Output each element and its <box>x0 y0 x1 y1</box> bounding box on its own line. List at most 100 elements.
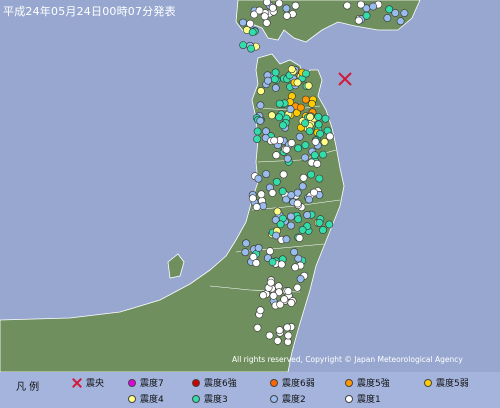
station-marker <box>239 41 248 49</box>
legend-title: 凡 例 <box>16 382 40 393</box>
legend-item-shindo-2: 震度2 <box>270 392 306 405</box>
station-marker <box>270 75 279 84</box>
station-marker <box>275 99 284 108</box>
station-marker <box>311 137 320 146</box>
station-marker <box>295 132 304 141</box>
station-marker <box>314 120 323 129</box>
station-marker <box>275 0 284 8</box>
station-marker <box>306 113 315 121</box>
station-marker <box>259 202 268 210</box>
station-marker <box>343 1 352 10</box>
station-marker <box>301 141 310 150</box>
station-marker <box>310 151 319 160</box>
station-marker <box>325 132 334 141</box>
station-marker <box>362 11 371 20</box>
station-marker <box>262 170 271 178</box>
station-marker <box>266 247 274 256</box>
station-marker <box>283 154 292 163</box>
legend-item-shindo-4: 震度4 <box>128 392 164 405</box>
station-marker <box>282 235 291 244</box>
station-marker <box>287 191 296 199</box>
station-marker <box>291 1 300 10</box>
station-marker <box>354 16 363 25</box>
station-marker <box>263 0 271 7</box>
shindo-4-dot-icon <box>128 394 136 403</box>
station-marker <box>293 78 302 87</box>
shindo-1-dot-icon <box>345 394 353 403</box>
station-marker <box>307 99 316 108</box>
station-marker <box>268 4 277 12</box>
station-marker <box>272 151 281 160</box>
shindo-7-dot-icon <box>128 378 136 387</box>
issue-timestamp: 平成24年05月24日00時07分発表 <box>3 5 176 18</box>
station-marker <box>269 291 278 300</box>
station-marker <box>247 44 255 53</box>
station-marker <box>270 136 279 145</box>
legend-label: 震度6強 <box>204 379 237 389</box>
legend-item-shindo-5-upper: 震度5強 <box>345 376 390 389</box>
station-marker <box>241 248 250 257</box>
station-marker <box>282 4 291 13</box>
station-marker <box>321 114 330 123</box>
station-marker <box>315 174 324 183</box>
station-marker <box>298 225 307 234</box>
station-marker <box>294 215 303 224</box>
station-marker <box>275 113 283 122</box>
station-marker <box>271 84 280 92</box>
station-marker <box>256 101 265 110</box>
station-marker <box>275 326 284 335</box>
legend-item-shindo-5-lower: 震度5弱 <box>424 376 469 389</box>
station-marker <box>282 11 291 20</box>
station-marker <box>271 68 280 77</box>
station-marker <box>314 112 323 121</box>
station-marker <box>287 221 295 230</box>
station-marker <box>290 248 299 256</box>
station-marker <box>254 243 263 252</box>
station-marker <box>310 188 318 197</box>
station-marker <box>278 187 287 196</box>
station-marker <box>267 111 276 120</box>
station-marker <box>287 139 296 147</box>
station-marker <box>396 17 405 26</box>
station-marker <box>264 76 272 85</box>
station-marker <box>298 182 307 191</box>
station-marker <box>301 153 309 162</box>
station-marker <box>287 298 296 307</box>
station-marker <box>305 127 314 136</box>
station-marker <box>400 9 409 17</box>
station-marker <box>248 194 257 203</box>
station-marker <box>280 295 289 304</box>
station-marker <box>319 150 327 159</box>
map-canvas <box>0 0 500 372</box>
station-marker <box>307 170 315 179</box>
station-marker <box>303 211 312 219</box>
station-marker <box>283 323 292 332</box>
station-marker <box>356 0 365 9</box>
station-marker <box>296 103 305 112</box>
shindo-2-dot-icon <box>270 394 278 403</box>
legend-item-shindo-7: 震度7 <box>128 376 164 389</box>
legend-label: 震度4 <box>140 395 164 405</box>
station-marker <box>253 323 262 332</box>
station-marker <box>256 306 265 315</box>
station-marker <box>284 331 293 340</box>
station-marker <box>276 220 285 229</box>
station-marker <box>265 331 274 340</box>
station-marker <box>273 207 282 216</box>
copyright-notice: All rights reserved, Copyright © Japan M… <box>232 355 463 364</box>
legend-item-shindo-6-lower: 震度6弱 <box>270 376 315 389</box>
station-marker <box>385 5 394 14</box>
station-marker <box>299 173 308 182</box>
legend-label: 震度6弱 <box>282 379 315 389</box>
station-marker <box>319 226 327 234</box>
shindo-5-lower-dot-icon <box>424 378 432 387</box>
station-marker <box>279 121 287 130</box>
shindo-6-lower-dot-icon <box>270 378 278 387</box>
station-marker <box>239 18 247 27</box>
station-marker <box>282 145 291 154</box>
station-marker <box>325 220 334 229</box>
station-marker <box>315 218 324 227</box>
station-marker <box>304 81 313 90</box>
station-marker <box>369 2 377 11</box>
station-marker <box>252 259 261 267</box>
